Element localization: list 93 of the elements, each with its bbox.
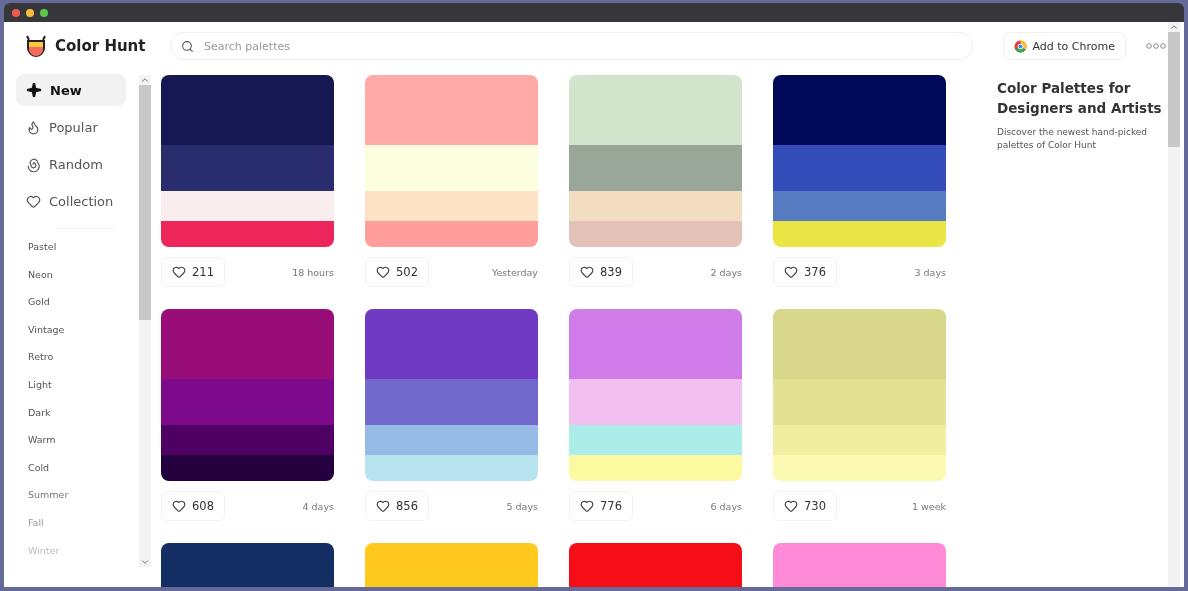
- palette-age: 6 days: [710, 500, 742, 512]
- palette-card[interactable]: [773, 75, 946, 247]
- like-button[interactable]: 376: [773, 257, 837, 287]
- flame-icon: [26, 119, 41, 135]
- color-swatch[interactable]: [569, 424, 742, 455]
- color-swatch[interactable]: [161, 379, 334, 425]
- maximize-dot[interactable]: [40, 8, 48, 17]
- sparkle-icon: [26, 82, 42, 98]
- color-swatch[interactable]: [161, 75, 334, 145]
- spiral-icon: [26, 156, 41, 172]
- like-button[interactable]: 856: [365, 491, 429, 521]
- color-swatch[interactable]: [569, 75, 742, 145]
- add-to-chrome-button[interactable]: Add to Chrome: [1002, 32, 1126, 60]
- heart-icon: [580, 265, 594, 279]
- scrollbar[interactable]: [139, 75, 151, 567]
- scroll-up-icon[interactable]: [1169, 22, 1179, 32]
- palette-age: 5 days: [506, 500, 538, 512]
- color-swatch[interactable]: [161, 454, 334, 481]
- color-swatch[interactable]: [365, 379, 538, 425]
- chrome-icon: [1013, 39, 1027, 53]
- scroll-up-icon[interactable]: [140, 75, 150, 85]
- heart-icon: [580, 499, 594, 513]
- color-swatch[interactable]: [365, 145, 538, 191]
- color-swatch[interactable]: [365, 424, 538, 455]
- scroll-down-icon[interactable]: [140, 557, 150, 567]
- like-button[interactable]: 730: [773, 491, 837, 521]
- like-button[interactable]: 839: [569, 257, 633, 287]
- category-link[interactable]: Dark: [16, 406, 139, 435]
- category-link[interactable]: Cold: [16, 461, 139, 490]
- category-link[interactable]: Pastel: [16, 241, 139, 269]
- color-swatch[interactable]: [569, 379, 742, 425]
- color-swatch[interactable]: [365, 309, 538, 379]
- color-swatch[interactable]: [365, 75, 538, 145]
- color-swatch[interactable]: [773, 424, 946, 455]
- heart-icon: [26, 193, 41, 209]
- color-swatch[interactable]: [569, 220, 742, 247]
- heart-icon: [784, 499, 798, 513]
- color-swatch[interactable]: [569, 309, 742, 379]
- category-link[interactable]: Vintage: [16, 323, 139, 352]
- color-swatch[interactable]: [365, 190, 538, 221]
- category-link[interactable]: Warm: [16, 434, 139, 462]
- close-dot[interactable]: [12, 8, 20, 17]
- heart-icon: [376, 265, 390, 279]
- heart-icon: [172, 265, 186, 279]
- color-swatch[interactable]: [161, 309, 334, 379]
- category-link[interactable]: Summer: [16, 489, 139, 517]
- color-swatch[interactable]: [569, 454, 742, 481]
- nav-item[interactable]: Collection: [16, 185, 126, 217]
- category-link[interactable]: Light: [16, 378, 139, 407]
- like-button[interactable]: 776: [569, 491, 633, 521]
- color-swatch[interactable]: [773, 454, 946, 481]
- aside-title: Color Palettes for Designers and Artists: [997, 79, 1163, 118]
- category-link[interactable]: Retro: [16, 351, 139, 379]
- palette-age: 3 days: [914, 266, 946, 278]
- nav-item[interactable]: New: [16, 74, 126, 106]
- like-button[interactable]: 608: [161, 491, 225, 521]
- color-swatch[interactable]: [569, 190, 742, 221]
- color-swatch[interactable]: [569, 145, 742, 191]
- minimize-dot[interactable]: [26, 8, 34, 17]
- palette-card[interactable]: [161, 75, 334, 247]
- scrollbar[interactable]: [1168, 22, 1180, 587]
- heart-icon: [376, 499, 390, 513]
- like-button[interactable]: 502: [365, 257, 429, 287]
- color-swatch[interactable]: [161, 145, 334, 191]
- color-swatch[interactable]: [773, 75, 946, 145]
- color-swatch[interactable]: [365, 454, 538, 481]
- brand-name: Color Hunt: [55, 37, 146, 55]
- category-link[interactable]: Neon: [16, 268, 139, 297]
- palette-age: 1 week: [911, 500, 946, 512]
- heart-icon: [784, 265, 798, 279]
- color-swatch[interactable]: [773, 309, 946, 379]
- color-swatch[interactable]: [773, 220, 946, 247]
- color-swatch[interactable]: [365, 220, 538, 247]
- search-icon: [181, 39, 194, 53]
- scrollbar-thumb[interactable]: [1168, 32, 1180, 147]
- category-link[interactable]: Gold: [16, 296, 139, 324]
- aside-description: Discover the newest hand-picked palettes of Color Hunt: [997, 126, 1149, 152]
- color-swatch[interactable]: [161, 220, 334, 247]
- palette-age: 18 hours: [292, 266, 334, 278]
- nav-item[interactable]: Random: [16, 148, 126, 180]
- like-button[interactable]: 211: [161, 257, 225, 287]
- color-swatch[interactable]: [773, 145, 946, 191]
- nav-item[interactable]: Popular: [16, 111, 126, 143]
- color-swatch[interactable]: [773, 379, 946, 425]
- logo-icon: [24, 33, 48, 59]
- heart-icon: [172, 499, 186, 513]
- scrollbar-thumb[interactable]: [139, 85, 151, 320]
- palette-age: 2 days: [710, 266, 742, 278]
- palette-age: Yesterday: [491, 266, 538, 278]
- color-swatch[interactable]: [773, 190, 946, 221]
- color-swatch[interactable]: [161, 190, 334, 221]
- color-swatch[interactable]: [161, 424, 334, 455]
- palette-age: 4 days: [302, 500, 334, 512]
